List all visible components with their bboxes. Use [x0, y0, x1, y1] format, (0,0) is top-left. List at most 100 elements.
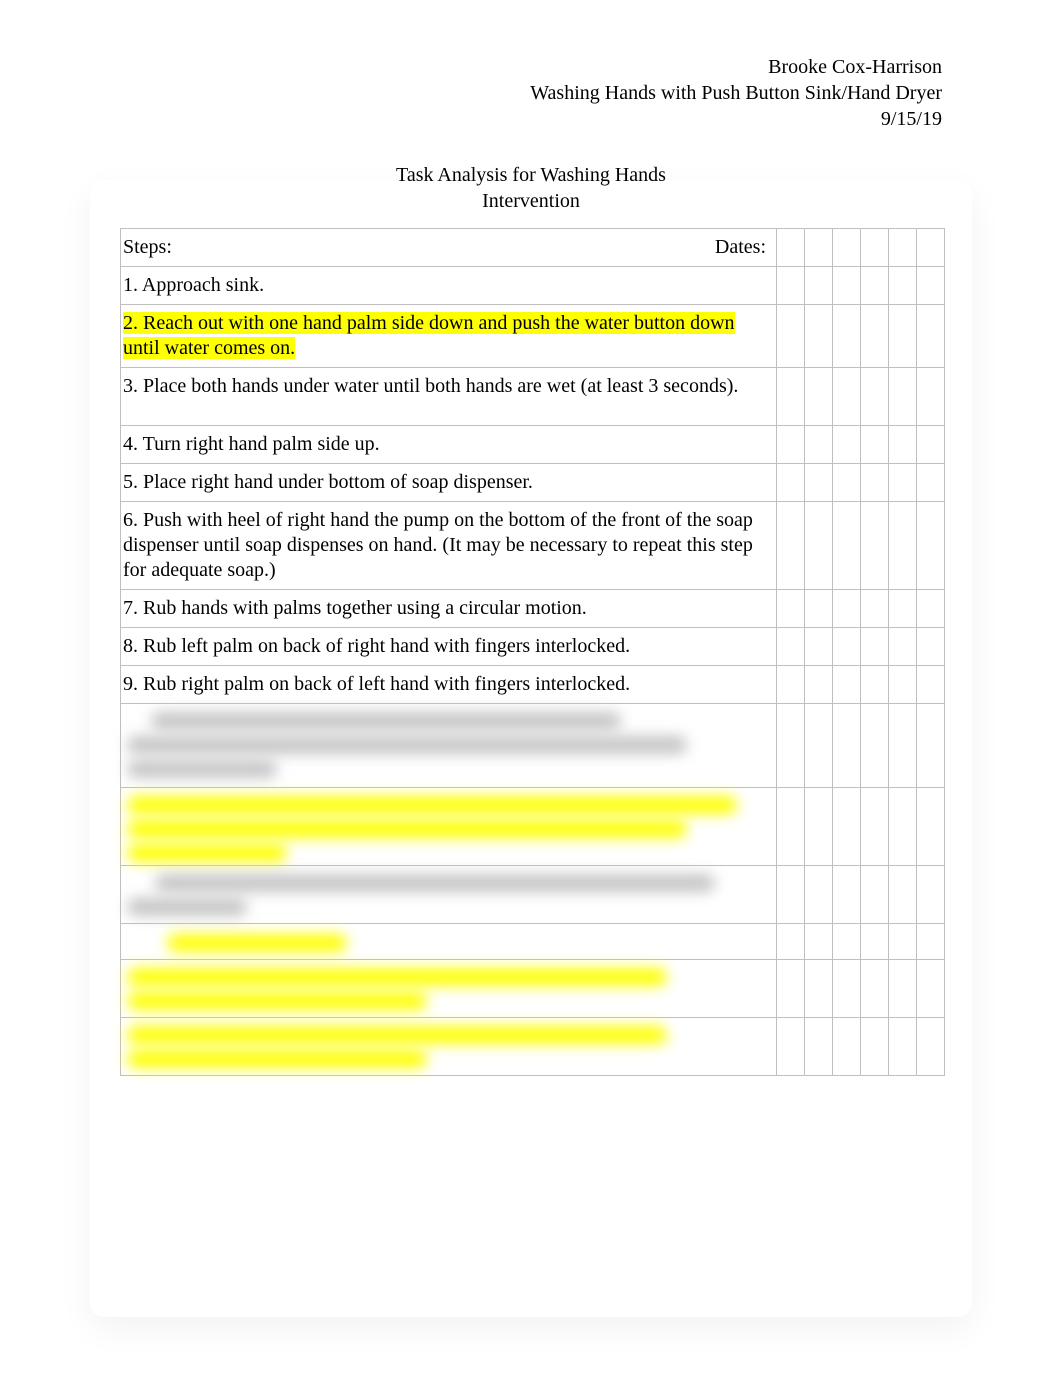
tick-cell	[805, 666, 833, 704]
tick-cell	[777, 464, 805, 502]
tick-cell	[777, 305, 805, 368]
tick-cell	[805, 590, 833, 628]
tick-cell	[917, 368, 945, 426]
step-cell: 4. Turn right hand palm side up.	[121, 426, 777, 464]
obscured-line	[155, 874, 715, 892]
tick-cell	[861, 666, 889, 704]
tick-cell	[777, 866, 805, 924]
tick-cell	[805, 464, 833, 502]
tick-cell	[889, 924, 917, 960]
tick-cell	[889, 704, 917, 788]
tick-cell	[777, 960, 805, 1018]
date-col-header	[805, 229, 833, 267]
tick-cell	[889, 464, 917, 502]
tick-cell	[861, 704, 889, 788]
tick-cell	[833, 502, 861, 590]
tick-cell	[917, 628, 945, 666]
tick-cell	[777, 267, 805, 305]
tick-cell	[917, 305, 945, 368]
tick-cell	[777, 590, 805, 628]
dates-label-text: Dates:	[715, 235, 772, 260]
obscured-line	[167, 934, 347, 952]
tick-cell	[833, 368, 861, 426]
header-author: Brooke Cox-Harrison	[120, 54, 942, 80]
step-text: 7. Rub hands with palms together using a…	[123, 597, 587, 619]
obscured-line	[127, 820, 687, 838]
step-cell: 8. Rub left palm on back of right hand w…	[121, 628, 777, 666]
tick-cell	[917, 590, 945, 628]
tick-cell	[889, 666, 917, 704]
steps-label-text: Steps:	[123, 235, 172, 260]
obscured-line	[151, 712, 621, 730]
obscured-line	[127, 1050, 427, 1068]
step-cell	[121, 704, 777, 788]
obscured-line	[127, 844, 287, 862]
tick-cell	[833, 464, 861, 502]
date-col-header	[917, 229, 945, 267]
tick-cell	[777, 426, 805, 464]
tick-cell	[833, 960, 861, 1018]
tick-cell	[777, 788, 805, 866]
tick-cell	[861, 305, 889, 368]
step-cell	[121, 960, 777, 1018]
tick-cell	[805, 866, 833, 924]
tick-cell	[917, 464, 945, 502]
header-date: 9/15/19	[120, 106, 942, 132]
tick-cell	[833, 426, 861, 464]
step-text: 2. Reach out with one hand palm side dow…	[123, 312, 735, 359]
tick-cell	[889, 590, 917, 628]
tick-cell	[917, 960, 945, 1018]
tick-cell	[777, 666, 805, 704]
tick-cell	[861, 267, 889, 305]
page-title-line1: Task Analysis for Washing Hands	[120, 162, 942, 188]
tick-cell	[889, 788, 917, 866]
header-doc-title: Washing Hands with Push Button Sink/Hand…	[120, 80, 942, 106]
obscured-line	[127, 1026, 667, 1044]
tick-cell	[805, 305, 833, 368]
tick-cell	[861, 924, 889, 960]
step-text: 6. Push with heel of right hand the pump…	[123, 509, 753, 581]
tick-cell	[861, 788, 889, 866]
step-cell	[121, 788, 777, 866]
step-cell: 6. Push with heel of right hand the pump…	[121, 502, 777, 590]
page-title-line2: Intervention	[120, 188, 942, 214]
step-cell: 9. Rub right palm on back of left hand w…	[121, 666, 777, 704]
tick-cell	[861, 960, 889, 1018]
tick-cell	[889, 502, 917, 590]
step-cell: 7. Rub hands with palms together using a…	[121, 590, 777, 628]
step-text: 5. Place right hand under bottom of soap…	[123, 471, 533, 493]
obscured-line	[127, 796, 737, 814]
tick-cell	[917, 788, 945, 866]
obscured-line	[127, 736, 687, 754]
tick-cell	[889, 426, 917, 464]
step-text: 3. Place both hands under water until bo…	[123, 375, 738, 397]
tick-cell	[917, 426, 945, 464]
tick-cell	[805, 502, 833, 590]
tick-cell	[889, 305, 917, 368]
tick-cell	[917, 666, 945, 704]
obscured-line	[127, 968, 667, 986]
obscured-line	[127, 898, 247, 916]
tick-cell	[777, 704, 805, 788]
step-text: 4. Turn right hand palm side up.	[123, 433, 380, 455]
obscured-line	[127, 992, 427, 1010]
step-cell	[121, 1018, 777, 1076]
step-cell: 3. Place both hands under water until bo…	[121, 368, 777, 426]
step-cell	[121, 924, 777, 960]
tick-cell	[805, 368, 833, 426]
step-text: 8. Rub left palm on back of right hand w…	[123, 635, 630, 657]
step-cell: 5. Place right hand under bottom of soap…	[121, 464, 777, 502]
tick-cell	[861, 502, 889, 590]
tick-cell	[805, 924, 833, 960]
tick-cell	[889, 628, 917, 666]
tick-cell	[861, 590, 889, 628]
tick-cell	[861, 426, 889, 464]
tick-cell	[805, 267, 833, 305]
tick-cell	[889, 960, 917, 1018]
tick-cell	[777, 1018, 805, 1076]
tick-cell	[833, 1018, 861, 1076]
tick-cell	[833, 788, 861, 866]
tick-cell	[805, 628, 833, 666]
tick-cell	[833, 305, 861, 368]
step-text: 9. Rub right palm on back of left hand w…	[123, 673, 630, 695]
